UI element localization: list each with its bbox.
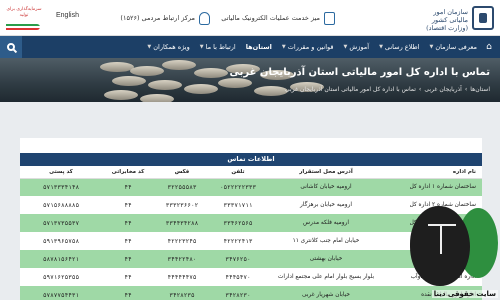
chevron-down-icon: ▼ xyxy=(147,44,152,50)
breadcrumb-separator-icon: › xyxy=(418,86,422,93)
office-name-cell: ساختمان شماره ۱ اداره کل xyxy=(386,178,482,196)
slogan-badge: سرمایه‌گذاری برای تولید xyxy=(4,4,44,32)
scales-icon xyxy=(428,224,456,254)
nav-item-label: اطلاع رسانی xyxy=(384,43,420,51)
address-cell: بلوار بسیج بلوار امام علی مجتمع ادارات xyxy=(266,268,386,286)
fax-cell: ۳۳۳۲۳۶۶۰۲ xyxy=(154,196,210,214)
phone-cell: ۰۵۲۲۲۲۲۳۳۳ xyxy=(210,178,266,196)
breadcrumb-item: تماس با اداره کل امور مالیاتی استان آذرب… xyxy=(284,86,416,93)
nav-item-label: ویژه همکاران xyxy=(153,43,190,51)
phone-cell: ۳۳۴۶۲۵۶۵ xyxy=(210,214,266,232)
fax-cell: ۳۳۴۴۳۴۲۸۸ xyxy=(154,214,210,232)
breadcrumb-separator-icon: › xyxy=(464,86,468,93)
postal-code-cell: ۵۷۸۷۷۵۴۴۳۱ xyxy=(20,286,102,300)
site-logo[interactable]: سازمان امور مالیاتی کشور (وزارت اقتصاد) xyxy=(420,4,494,32)
logo-subtitle: (وزارت اقتصاد) xyxy=(426,24,468,32)
e-services-link[interactable]: میز خدمت عملیات الکترونیک مالیاتی xyxy=(221,11,335,25)
address-cell: ارومیه فلکه مدرس xyxy=(266,214,386,232)
area-code-cell: ۴۴ xyxy=(102,250,154,268)
area-code-cell: ۴۴ xyxy=(102,268,154,286)
panel-title: اطلاعات تماس xyxy=(20,153,482,166)
nav-item-label: ارتباط با ما xyxy=(205,43,236,51)
column-header: تلفن xyxy=(210,166,266,179)
main-nav: ⌂ معرفی سازمان ▼ اطلاع رسانی ▼ آموزش ▼ قوان… xyxy=(0,36,500,58)
postal-code-cell: ۵۹۱۳۹۶۵۷۵۸ xyxy=(20,232,102,250)
contact-center-link[interactable]: مرکز ارتباط مردمی (۱۵۲۶) xyxy=(120,11,210,25)
postal-code-cell: ۵۷۱۳۳۳۴۱۴۸ xyxy=(20,178,102,196)
nav-item-label: معرفی سازمان xyxy=(435,43,477,51)
nav-item-education[interactable]: آموزش ▼ xyxy=(338,36,374,58)
address-cell: خیابان امام جنب کلانتری ۱۱ xyxy=(266,232,386,250)
contact-center-label: مرکز ارتباط مردمی (۱۵۲۶) xyxy=(120,14,195,22)
phone-cell: ۳۳۳۷۱۷۱۱ xyxy=(210,196,266,214)
table-row: ساختمان شماره ۱ اداره کل ارومیه خیابان کا… xyxy=(20,178,482,196)
postal-code-cell: ۵۷۱۵۶۸۸۸۸۵ xyxy=(20,196,102,214)
table-header-row: نام اداره آدرس محل استقرار تلفن فکس کد م… xyxy=(20,166,482,179)
phone-cell: ۳۴۷۶۲۵۰ xyxy=(210,250,266,268)
column-header: آدرس محل استقرار xyxy=(266,166,386,179)
chevron-down-icon: ▼ xyxy=(379,44,383,50)
fax-cell: ۳۲۲۵۵۵۸۳ xyxy=(154,178,210,196)
slogan-text: سرمایه‌گذاری برای تولید xyxy=(6,7,42,18)
nav-item-label: استان‌ها xyxy=(245,43,272,51)
nav-item-news[interactable]: اطلاع رسانی ▼ xyxy=(374,36,424,58)
nav-item-laws[interactable]: قوانین و مقررات ▼ xyxy=(277,36,339,58)
fax-cell: ۴۴۴۴۴۴۷۵ xyxy=(154,268,210,286)
nav-item-provinces[interactable]: استان‌ها xyxy=(241,36,277,58)
chevron-down-icon: ▼ xyxy=(429,44,434,50)
address-cell: ارومیه خیابان برهزگار xyxy=(266,196,386,214)
search-icon xyxy=(7,43,15,51)
breadcrumb: استان‌ها › آذربایجان غربی › تماس با ادار… xyxy=(285,86,490,93)
logo-title: سازمان امور مالیاتی کشور xyxy=(431,8,468,24)
column-header: نام اداره xyxy=(386,166,482,179)
page-banner: تماس با اداره کل امور مالیاتی استان آذرب… xyxy=(0,58,500,102)
chevron-down-icon: ▼ xyxy=(199,44,204,50)
fax-cell: ۴۲۲۲۳۲۴۵ xyxy=(154,232,210,250)
column-header: کد مخابراتی xyxy=(102,166,154,179)
coins-image xyxy=(90,58,340,102)
address-cell: خیابان بهشتی xyxy=(266,250,386,268)
clipboard-icon xyxy=(324,11,335,25)
watermark-text: سایت حقوقی دینا xyxy=(431,290,498,298)
home-icon[interactable]: ⌂ xyxy=(482,36,496,58)
phone-cell: ۴۲۲۲۲۴۱۳ xyxy=(210,232,266,250)
address-cell: ارومیه خیابان کاشانی xyxy=(266,178,386,196)
top-header: سازمان امور مالیاتی کشور (وزارت اقتصاد) … xyxy=(0,0,500,36)
nav-items: ⌂ معرفی سازمان ▼ اطلاع رسانی ▼ آموزش ▼ قوان… xyxy=(142,36,496,58)
flag-icon xyxy=(6,24,40,30)
address-cell: خیابان شهریار غربی xyxy=(266,286,386,300)
breadcrumb-item[interactable]: استان‌ها xyxy=(470,86,490,93)
headset-icon xyxy=(199,11,210,25)
fax-cell: ۳۴۴۲۲۴۸۰ xyxy=(154,250,210,268)
nav-item-about[interactable]: معرفی سازمان ▼ xyxy=(425,36,482,58)
search-button[interactable] xyxy=(0,36,22,58)
nav-item-staff[interactable]: ویژه همکاران ▼ xyxy=(142,36,194,58)
phone-cell: ۴۴۴۵۴۷۰ xyxy=(210,268,266,286)
column-header: کد پستی xyxy=(20,166,102,179)
fax-cell: ۳۴۲۸۲۳۵ xyxy=(154,286,210,300)
watermark-logo: سایت حقوقی دینا xyxy=(402,206,500,300)
postal-code-cell: ۵۹۷۱۶۲۵۳۵۵ xyxy=(20,268,102,286)
area-code-cell: ۴۴ xyxy=(102,286,154,300)
phone-cell: ۳۴۲۸۲۳۰ xyxy=(210,286,266,300)
area-code-cell: ۴۴ xyxy=(102,214,154,232)
emblem-icon xyxy=(472,6,494,30)
nav-item-label: آموزش xyxy=(349,43,370,51)
column-header: فکس xyxy=(154,166,210,179)
page-title: تماس با اداره کل امور مالیاتی استان آذرب… xyxy=(229,67,490,78)
postal-code-cell: ۵۷۱۳۷۳۵۵۳۷ xyxy=(20,214,102,232)
nav-item-label: قوانین و مقررات xyxy=(287,43,334,51)
area-code-cell: ۴۴ xyxy=(102,232,154,250)
chevron-down-icon: ▼ xyxy=(343,44,348,50)
breadcrumb-item[interactable]: آذربایجان غربی xyxy=(424,86,462,93)
postal-code-cell: ۵۸۷۸۱۵۶۴۲۱ xyxy=(20,250,102,268)
nav-item-contact[interactable]: ارتباط با ما ▼ xyxy=(195,36,241,58)
e-services-label: میز خدمت عملیات الکترونیک مالیاتی xyxy=(221,14,320,22)
area-code-cell: ۴۴ xyxy=(102,178,154,196)
chevron-down-icon: ▼ xyxy=(281,44,286,50)
language-switch[interactable]: English xyxy=(56,12,79,19)
area-code-cell: ۴۴ xyxy=(102,196,154,214)
